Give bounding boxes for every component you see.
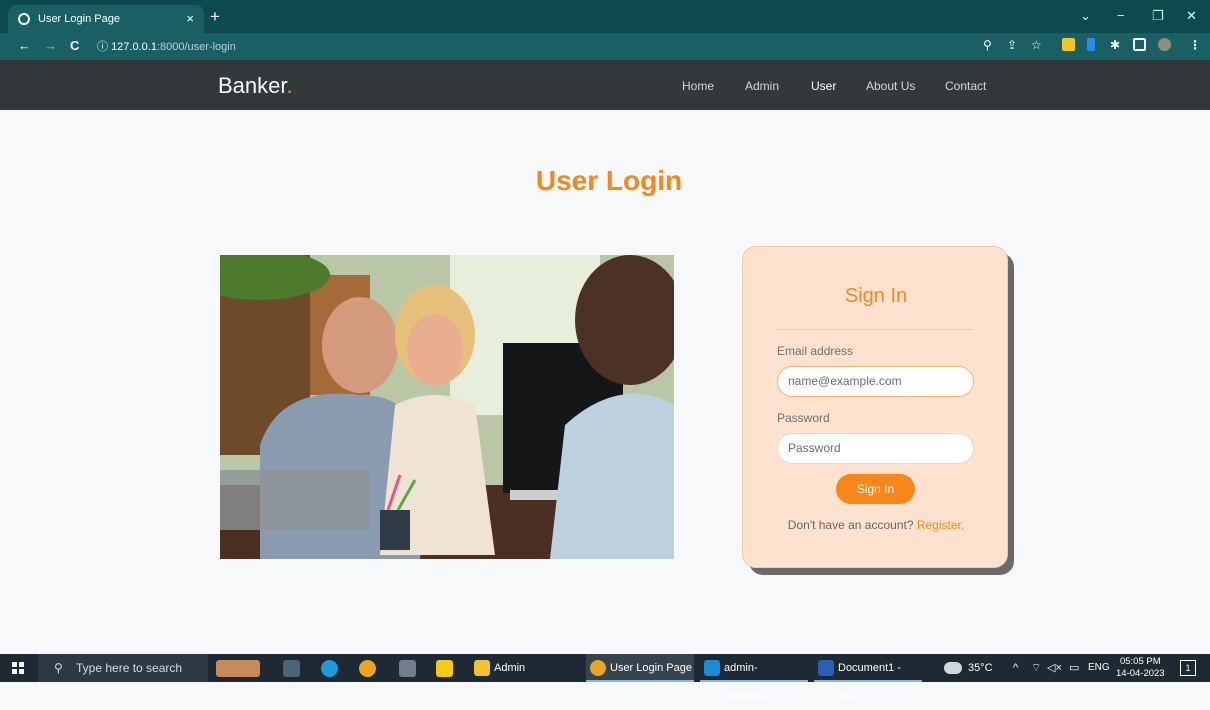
sticky-notes-icon[interactable] xyxy=(436,660,453,677)
nav-contact[interactable]: Contact xyxy=(945,79,986,93)
browser-menu-icon[interactable]: ⋮ xyxy=(1189,38,1201,52)
tab-title: User Login Page xyxy=(38,13,120,25)
nav-about-us[interactable]: About Us xyxy=(866,79,915,93)
reload-button[interactable]: C xyxy=(70,38,79,53)
volume-icon[interactable]: ◁× xyxy=(1047,654,1062,682)
site-navbar: Banker. Home Admin User About Us Contact xyxy=(0,60,1210,110)
browser-tab[interactable]: User Login Page × xyxy=(8,5,204,33)
nav-admin[interactable]: Admin xyxy=(745,79,779,93)
weather-icon[interactable] xyxy=(944,662,962,674)
taskbar-item-word[interactable]: Document1 - Mic... xyxy=(814,654,922,702)
side-panel-icon[interactable] xyxy=(1133,38,1146,51)
windows-start-icon[interactable] xyxy=(12,662,24,674)
nav-home[interactable]: Home xyxy=(682,79,714,93)
extension-icon[interactable] xyxy=(1062,38,1075,51)
back-button[interactable]: ← xyxy=(18,38,31,53)
chrome-icon[interactable] xyxy=(359,660,376,677)
close-window-button[interactable]: ✕ xyxy=(1186,8,1197,24)
chrome-icon xyxy=(590,660,606,676)
language-indicator[interactable]: ENG xyxy=(1088,654,1110,682)
nav-user[interactable]: User xyxy=(811,79,836,93)
word-icon xyxy=(818,660,834,676)
clock[interactable]: 05:05 PM 14-04-2023 xyxy=(1116,656,1165,680)
folder-icon xyxy=(474,660,490,676)
search-icon: ⚲ xyxy=(54,661,63,675)
url-path: :8000/user-login xyxy=(156,41,236,53)
minimize-button[interactable]: − xyxy=(1117,8,1125,23)
password-label: Password xyxy=(777,411,830,425)
new-tab-button[interactable]: + xyxy=(210,7,220,27)
share-icon[interactable]: ⇪ xyxy=(1007,38,1017,52)
browser-tab-strip: User Login Page × + ⌄ − ❐ ✕ xyxy=(0,0,1210,33)
email-label: Email address xyxy=(777,344,854,358)
edge-icon[interactable] xyxy=(321,660,338,677)
divider xyxy=(777,329,974,330)
login-card: Sign In Email address name@example.com P… xyxy=(742,246,1008,568)
sign-in-button[interactable]: Sign In xyxy=(836,474,915,504)
globe-icon xyxy=(18,13,30,25)
os-taskbar: ⚲ Type here to search Admin User Login P… xyxy=(0,654,1210,702)
tab-close-icon[interactable]: × xyxy=(186,11,194,26)
taskbar-item-admin[interactable]: Admin xyxy=(470,654,570,682)
banking-meeting-photo xyxy=(220,255,674,559)
brand-logo[interactable]: Banker. xyxy=(218,73,293,99)
password-field[interactable]: Password xyxy=(777,433,974,464)
taskbar-item-vscode[interactable]: admin-viewdatas... xyxy=(700,654,808,702)
zoom-icon[interactable]: ⚲ xyxy=(983,38,992,52)
wifi-icon[interactable]: ⌔ xyxy=(1031,654,1041,682)
register-prompt: Don't have an account? Register. xyxy=(787,518,965,532)
taskbar-search[interactable]: ⚲ Type here to search xyxy=(38,654,208,682)
weather-temp[interactable]: 35°C xyxy=(968,654,993,682)
restore-button[interactable]: ❐ xyxy=(1152,8,1164,24)
taskbar-item-chrome[interactable]: User Login Page -... xyxy=(586,654,694,702)
url-host: 127.0.0.1 xyxy=(111,41,157,53)
calculator-icon[interactable] xyxy=(283,660,300,677)
notification-icon[interactable]: 1 xyxy=(1180,660,1196,676)
page-title: User Login xyxy=(535,165,683,196)
battery-icon[interactable]: ▭ xyxy=(1069,654,1079,682)
puzzle-icon[interactable]: ✱ xyxy=(1110,38,1120,52)
widget-icon[interactable] xyxy=(216,660,260,677)
register-link[interactable]: Register. xyxy=(917,518,964,532)
bookmark-star-icon[interactable]: ☆ xyxy=(1031,38,1042,52)
forward-button[interactable]: → xyxy=(44,38,57,53)
sign-in-heading: Sign In xyxy=(844,285,908,307)
profile-avatar[interactable] xyxy=(1158,38,1171,51)
email-field[interactable]: name@example.com xyxy=(777,366,974,397)
site-info-icon[interactable]: ⓘ xyxy=(97,41,108,53)
url-field[interactable]: ⓘ 127.0.0.1:8000/user-login xyxy=(97,38,236,54)
extension-icon[interactable] xyxy=(1087,38,1095,51)
address-bar-row: ← → C ⓘ 127.0.0.1:8000/user-login ⚲ ⇪ ☆ … xyxy=(0,33,1210,60)
vscode-icon xyxy=(704,660,720,676)
tab-search-icon[interactable]: ⌄ xyxy=(1080,8,1091,24)
paint-icon[interactable] xyxy=(399,660,416,677)
tray-arrow-icon[interactable]: ^ xyxy=(1013,654,1018,682)
